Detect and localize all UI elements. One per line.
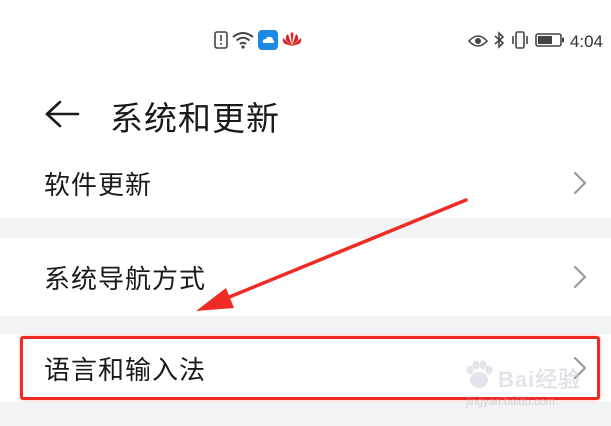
status-bar-right: 4:04 [467,30,603,54]
cloud-app-icon [258,30,278,54]
list-item-label: 软件更新 [44,170,153,201]
status-bar-left [214,30,302,54]
huawei-logo-icon [282,32,302,52]
watermark-brand: Bai经验 [498,367,582,392]
arrow-left-icon [44,99,80,133]
back-button[interactable] [40,94,84,138]
section-separator [0,316,611,334]
chevron-right-icon [573,171,587,195]
alert-icon [214,31,228,53]
list-item-label: 系统导航方式 [44,264,207,295]
eye-icon [467,33,488,52]
vibrate-icon [510,31,530,53]
page-title: 系统和更新 [110,99,280,138]
wifi-icon [232,31,254,53]
baidu-watermark: Bai经验 jingyan.baidu.com [462,356,592,416]
paw-icon [466,360,493,388]
status-time: 4:04 [569,32,603,51]
bluetooth-icon [493,31,505,53]
battery-icon [535,32,565,52]
page-header: 系统和更新 [0,84,611,148]
chevron-right-icon [573,265,587,289]
list-item-software-update[interactable]: 软件更新 [0,148,611,218]
list-item-navigation-mode[interactable]: 系统导航方式 [0,238,611,316]
settings-screen: 4:04 系统和更新 软件更新 系统导航方式 语言和输入法 Bai经验 jing… [0,0,611,426]
section-separator [0,218,611,238]
watermark-url: jingyan.baidu.com [466,396,555,408]
